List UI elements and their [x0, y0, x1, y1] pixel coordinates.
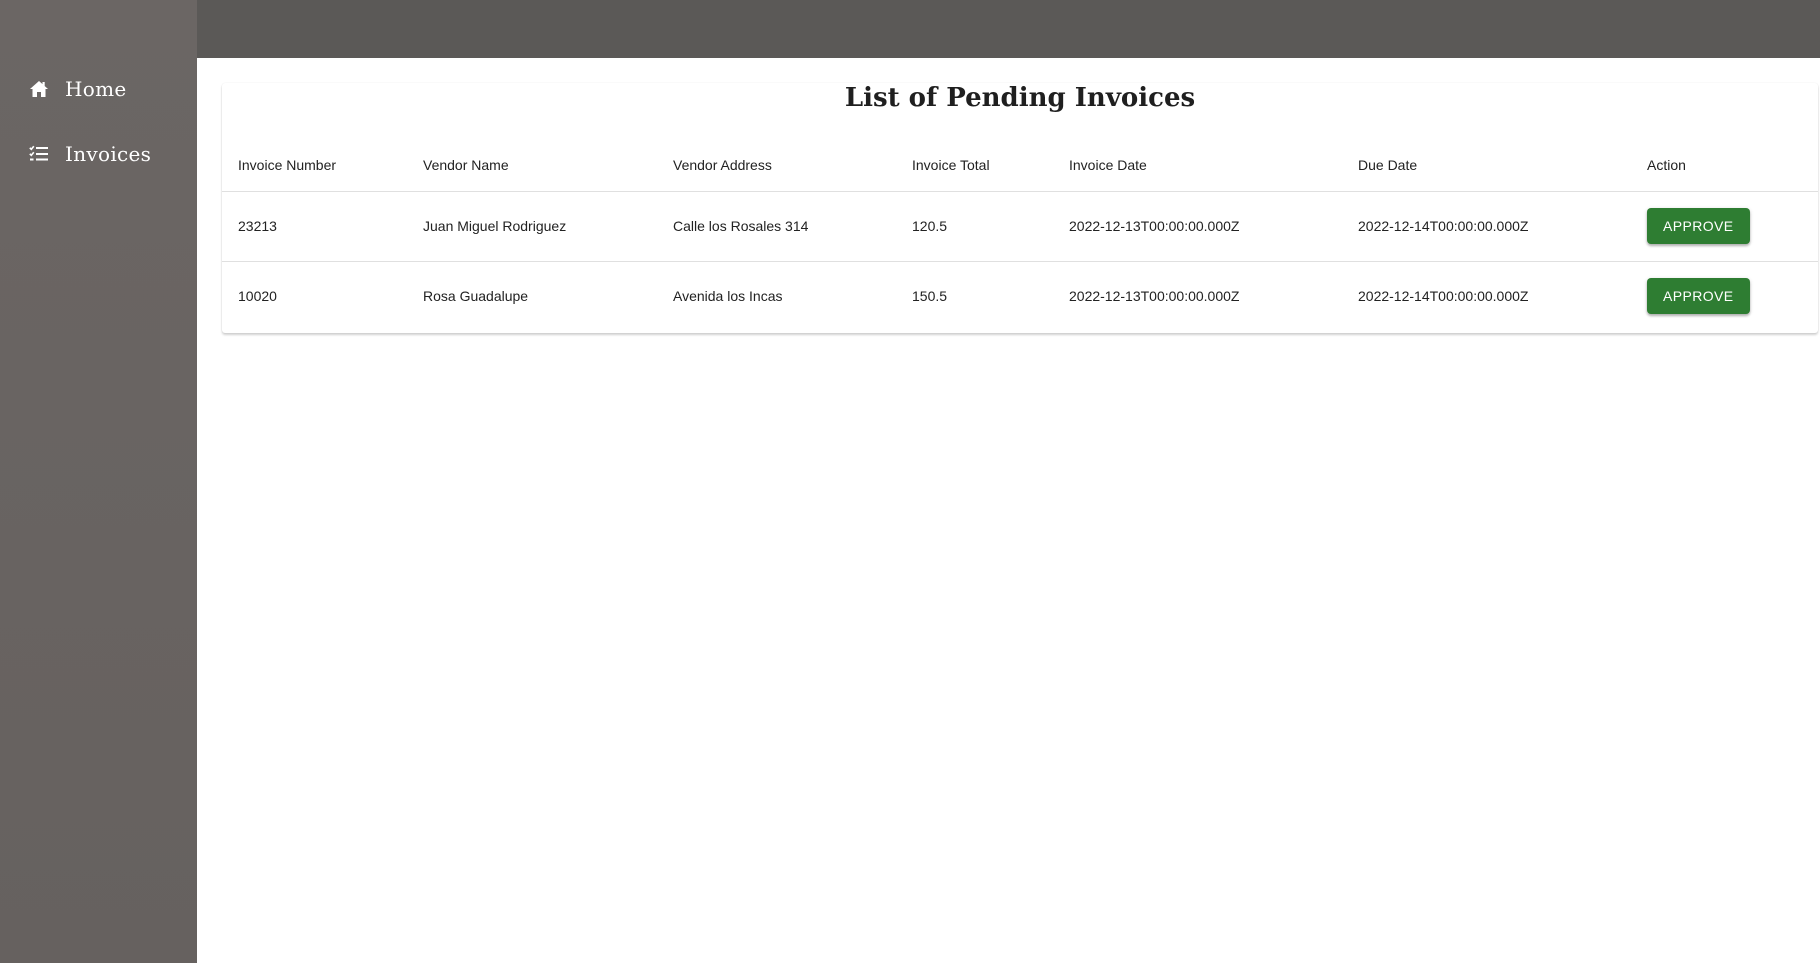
invoice-number-cell: 23213	[222, 191, 407, 262]
invoices-table: Invoice Number Vendor Name Vendor Addres…	[222, 139, 1818, 331]
pending-invoices-card: List of Pending Invoices Invoice Number …	[222, 83, 1818, 333]
invoice-date-cell: 2022-12-13T00:00:00.000Z	[1069, 288, 1240, 305]
sidebar-item-home[interactable]: Home	[0, 68, 197, 110]
action-cell: APPROVE	[1631, 191, 1818, 262]
vendor-address-cell: Calle los Rosales 314	[657, 191, 896, 262]
column-header-invoice-number: Invoice Number	[222, 139, 407, 192]
home-icon	[28, 78, 50, 100]
sidebar-item-label: Home	[65, 77, 127, 101]
sidebar-item-label: Invoices	[65, 142, 152, 166]
invoice-number-cell: 10020	[238, 288, 277, 305]
top-app-bar	[197, 0, 1820, 58]
column-header-vendor-address: Vendor Address	[657, 139, 896, 192]
table-header-row: Invoice Number Vendor Name Vendor Addres…	[222, 139, 1818, 192]
checklist-icon	[28, 143, 50, 165]
due-date-cell: 2022-12-14T00:00:00.000Z	[1342, 191, 1631, 262]
table-row: 23213 Juan Miguel Rodriguez Calle los Ro…	[222, 191, 1818, 262]
approve-button[interactable]: APPROVE	[1647, 278, 1750, 315]
invoice-total-cell: 120.5	[896, 191, 1053, 262]
column-header-action: Action	[1631, 139, 1818, 192]
sidebar-item-invoices[interactable]: Invoices	[0, 133, 197, 175]
vendor-name-cell: Rosa Guadalupe	[423, 288, 529, 305]
table-row: 10020 Rosa Guadalupe Avenida los Incas 1…	[222, 261, 1818, 331]
sidebar: Home Invoices	[0, 0, 197, 963]
vendor-address-cell: Avenida los Incas	[673, 288, 783, 305]
invoice-date-cell: 2022-12-13T00:00:00.000Z	[1053, 191, 1342, 262]
column-header-invoice-date: Invoice Date	[1053, 139, 1342, 192]
invoice-total-cell: 150.5	[912, 288, 948, 305]
page-title: List of Pending Invoices	[844, 83, 1196, 113]
column-header-vendor-name: Vendor Name	[407, 139, 657, 192]
vendor-name-cell: Juan Miguel Rodriguez	[407, 191, 657, 262]
action-cell: APPROVE	[1631, 261, 1818, 331]
column-header-due-date: Due Date	[1342, 139, 1631, 192]
due-date-cell: 2022-12-14T00:00:00.000Z	[1358, 288, 1529, 305]
approve-button[interactable]: APPROVE	[1647, 208, 1750, 244]
column-header-invoice-total: Invoice Total	[896, 139, 1053, 192]
